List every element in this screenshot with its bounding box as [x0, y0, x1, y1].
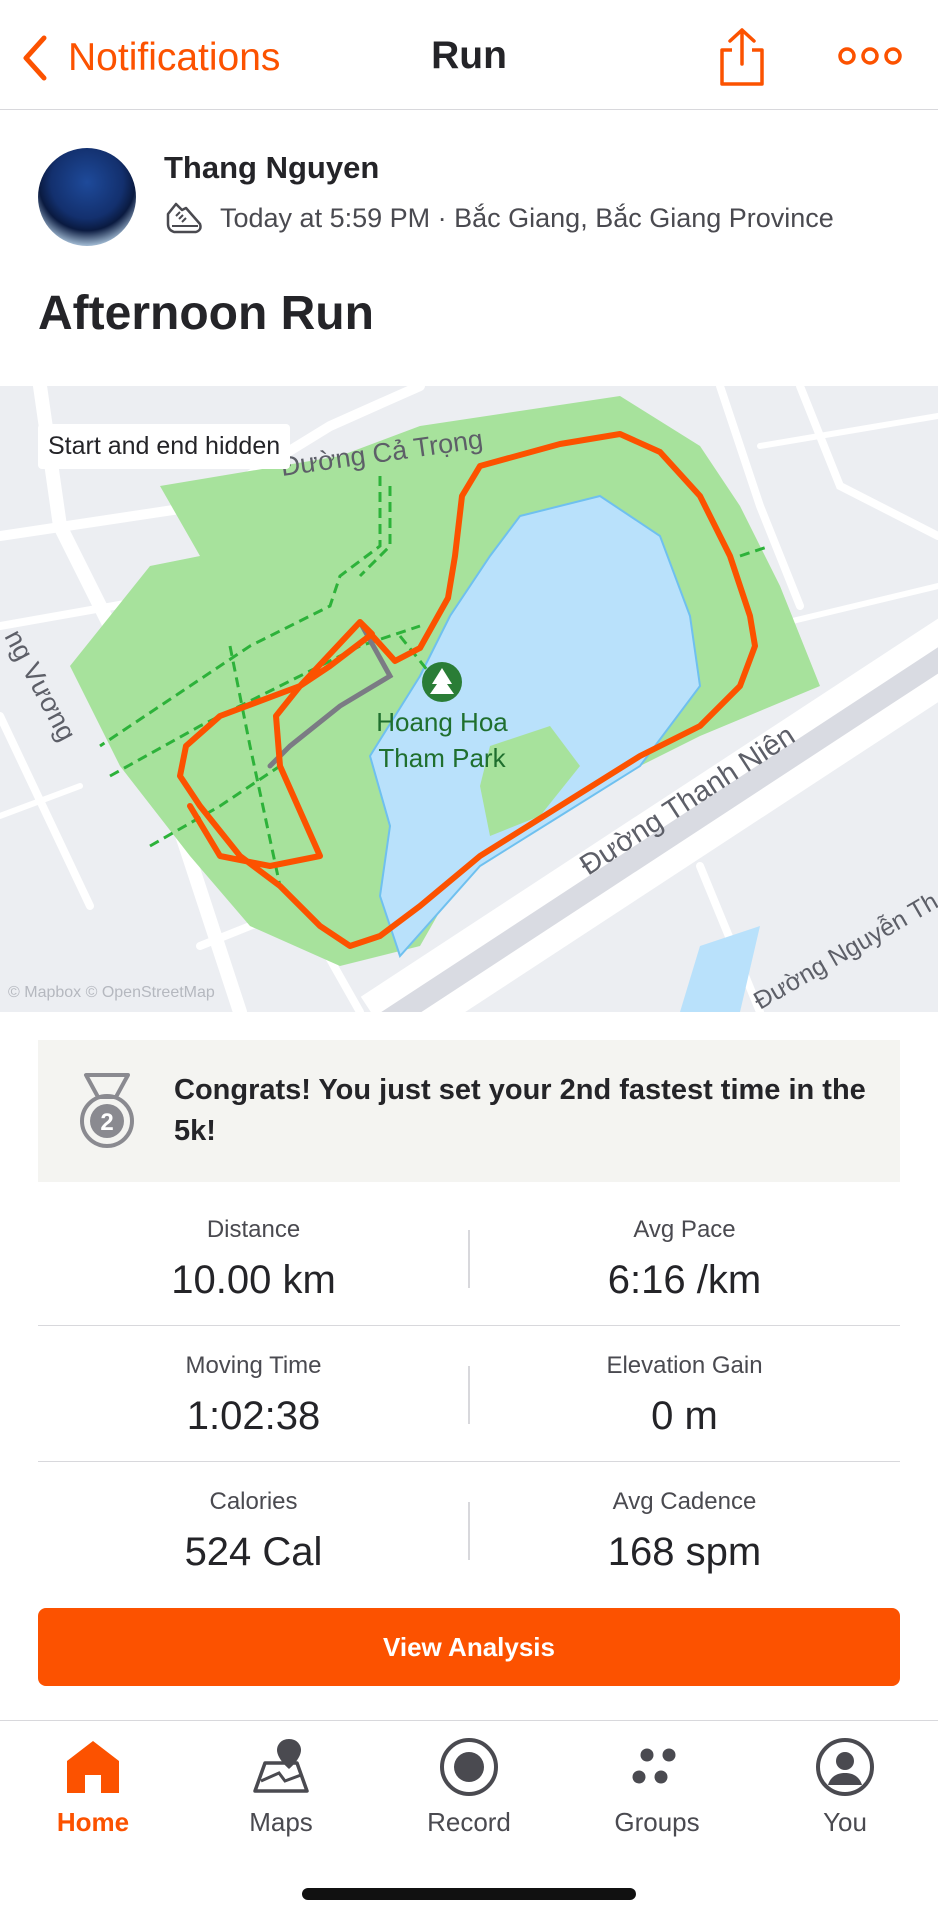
record-icon	[440, 1738, 498, 1796]
stat-value: 168 spm	[607, 1530, 762, 1574]
park-name-line1: Hoang Hoa	[376, 707, 508, 737]
stat-moving-time: Moving Time 1:02:38	[38, 1352, 469, 1439]
stat-calories: Calories 524 Cal	[38, 1488, 469, 1575]
more-options-icon[interactable]	[838, 42, 902, 70]
page-title: Run	[431, 34, 507, 77]
stats-row: Calories 524 Cal Avg Cadence 168 spm	[38, 1462, 900, 1598]
stats-grid: Distance 10.00 km Avg Pace 6:16 /km Movi…	[38, 1190, 900, 1598]
street-label-bottom-right: Đường Nguyễn Th	[749, 886, 938, 1012]
tab-label: Maps	[249, 1807, 313, 1837]
stat-value: 10.00 km	[171, 1258, 336, 1302]
stat-distance: Distance 10.00 km	[38, 1216, 469, 1303]
tab-home[interactable]: Home	[23, 1735, 163, 1838]
stat-value: 524 Cal	[184, 1530, 323, 1574]
stat-elevation-gain: Elevation Gain 0 m	[469, 1352, 900, 1439]
top-navigation-bar: Notifications Run	[0, 0, 938, 110]
share-icon[interactable]	[718, 26, 766, 88]
tab-groups[interactable]: Groups	[587, 1735, 727, 1838]
tab-label: Home	[56, 1807, 130, 1837]
route-map[interactable]: Đường Cả Trọng Đường Thanh Niên ng Vương…	[0, 386, 938, 1012]
street-label-left: ng Vương	[0, 625, 82, 746]
activity-title: Afternoon Run	[38, 287, 374, 340]
stat-label: Distance	[206, 1216, 301, 1243]
stat-label: Elevation Gain	[606, 1352, 763, 1379]
stat-label: Avg Cadence	[612, 1488, 757, 1515]
tab-maps[interactable]: Maps	[211, 1735, 351, 1838]
stat-value: 1:02:38	[186, 1394, 321, 1438]
profile-icon	[816, 1738, 874, 1796]
stats-row: Moving Time 1:02:38 Elevation Gain 0 m	[38, 1326, 900, 1462]
athlete-avatar[interactable]	[38, 148, 136, 246]
stat-label: Calories	[209, 1488, 298, 1515]
stat-value: 6:16 /km	[607, 1258, 762, 1302]
view-analysis-button[interactable]: View Analysis	[38, 1608, 900, 1686]
achievement-text: Congrats! You just set your 2nd fastest …	[174, 1074, 866, 1147]
stat-value: 0 m	[651, 1394, 718, 1438]
home-icon	[67, 1741, 119, 1793]
maps-icon	[253, 1739, 309, 1793]
tab-record[interactable]: Record	[399, 1735, 539, 1838]
tab-label: Record	[427, 1807, 511, 1837]
home-indicator	[302, 1888, 636, 1900]
medal-icon: 2	[80, 1073, 134, 1148]
tab-label: You	[823, 1807, 867, 1837]
activity-meta: Today at 5:59 PM · Bắc Giang, Bắc Giang …	[164, 200, 834, 236]
shoe-icon	[166, 202, 202, 234]
stat-avg-cadence: Avg Cadence 168 spm	[469, 1488, 900, 1575]
stat-label: Avg Pace	[633, 1216, 736, 1243]
park-name-line2: Tham Park	[378, 743, 506, 773]
stat-avg-pace: Avg Pace 6:16 /km	[469, 1216, 900, 1303]
medal-number: 2	[100, 1109, 113, 1136]
activity-time-location: Today at 5:59 PM · Bắc Giang, Bắc Giang …	[220, 202, 834, 233]
tab-you[interactable]: You	[775, 1735, 915, 1838]
map-canvas: Đường Cả Trọng Đường Thanh Niên ng Vương…	[0, 386, 938, 1012]
privacy-badge: Start and end hidden	[38, 424, 291, 469]
achievement-banner[interactable]: 2 Congrats! You just set your 2nd fastes…	[38, 1040, 900, 1182]
stat-label: Moving Time	[185, 1352, 322, 1379]
tab-label: Groups	[614, 1807, 700, 1837]
map-attribution[interactable]: © Mapbox © OpenStreetMap	[8, 984, 215, 1002]
athlete-name[interactable]: Thang Nguyen	[164, 150, 379, 186]
stats-row: Distance 10.00 km Avg Pace 6:16 /km	[38, 1190, 900, 1326]
groups-icon	[632, 1748, 676, 1784]
